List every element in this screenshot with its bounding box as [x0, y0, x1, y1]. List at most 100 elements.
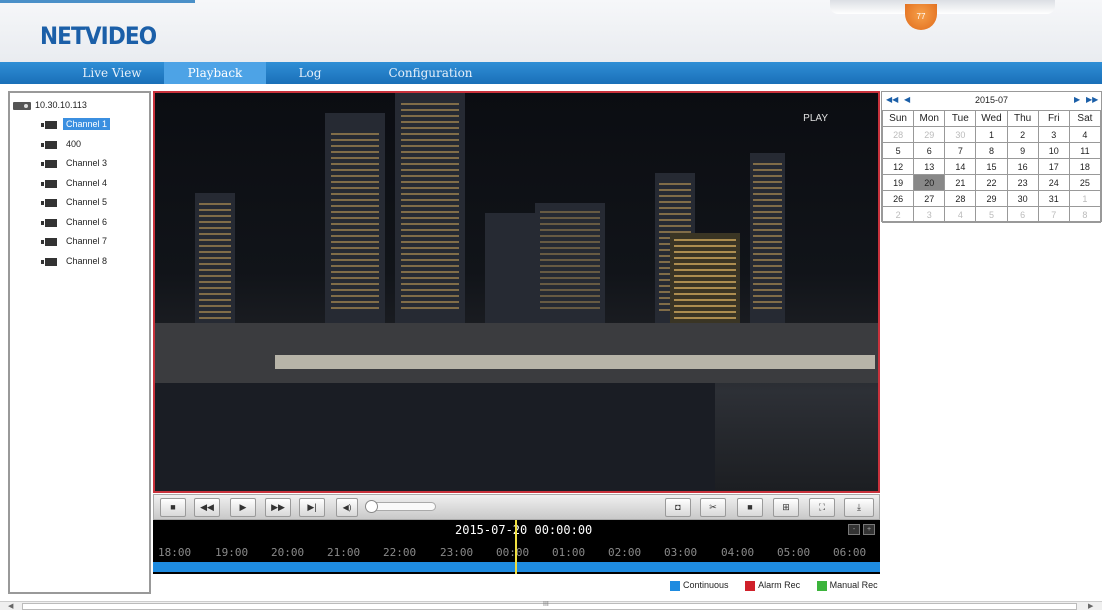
tree-channel-2[interactable]: 400	[41, 136, 84, 152]
tab-log[interactable]: Log	[280, 62, 340, 84]
calendar-day[interactable]: 2	[1006, 126, 1039, 143]
calendar-day[interactable]: 29	[913, 126, 946, 143]
header-top-bar	[830, 0, 1055, 14]
calendar-day[interactable]: 7	[1037, 206, 1070, 223]
calendar-day[interactable]: 30	[1006, 190, 1039, 207]
calendar-day[interactable]: 1	[975, 126, 1008, 143]
calendar-day[interactable]: 9	[1006, 142, 1039, 159]
calendar-day[interactable]: 3	[913, 206, 946, 223]
tree-channel-6[interactable]: Channel 6	[41, 214, 110, 230]
calendar-day[interactable]: 7	[944, 142, 977, 159]
calendar-day[interactable]: 11	[1068, 142, 1102, 159]
calendar-day[interactable]: 6	[913, 142, 946, 159]
download-button[interactable]: ⤓	[844, 498, 874, 517]
timeline-zoom-in-button[interactable]: +	[863, 524, 875, 535]
tree-channel-3[interactable]: Channel 3	[41, 155, 110, 171]
calendar-day-selected[interactable]: 20	[913, 174, 946, 191]
camera-icon	[41, 198, 57, 207]
calendar-day[interactable]: 23	[1006, 174, 1039, 191]
scroll-right-arrow[interactable]: ▶	[1088, 602, 1093, 610]
volume-icon[interactable]: ◀)	[336, 498, 358, 517]
camera-icon	[41, 120, 57, 129]
tree-device-node[interactable]: 10.30.10.113	[13, 97, 87, 113]
horizontal-scrollbar[interactable]: ◀ III ▶	[0, 601, 1102, 610]
tree-channel-4[interactable]: Channel 4	[41, 175, 110, 191]
calendar-day[interactable]: 17	[1037, 158, 1070, 175]
scrollbar-thumb[interactable]: III	[22, 601, 1077, 610]
calendar-day[interactable]: 4	[944, 206, 977, 223]
tab-configuration[interactable]: Configuration	[378, 62, 483, 84]
tree-channel-5[interactable]: Channel 5	[41, 194, 110, 210]
volume-slider-knob[interactable]	[365, 500, 378, 513]
calendar-day[interactable]: 19	[881, 174, 915, 191]
quad-view-button[interactable]: ⊞	[773, 498, 799, 517]
calendar-day[interactable]: 6	[1006, 206, 1039, 223]
video-skyline	[674, 239, 736, 319]
video-skyline	[401, 103, 459, 313]
calendar-day[interactable]: 14	[944, 158, 977, 175]
calendar-day[interactable]: 27	[913, 190, 946, 207]
calendar-day[interactable]: 28	[881, 126, 915, 143]
record-type-legend: Continuous Alarm Rec Manual Rec	[670, 580, 892, 592]
calendar-day[interactable]: 25	[1068, 174, 1102, 191]
prev-month-button[interactable]: ◀	[904, 95, 910, 104]
prev-year-button[interactable]: ◀◀	[886, 95, 898, 104]
calendar-day[interactable]: 13	[913, 158, 946, 175]
channel-label: Channel 6	[66, 217, 108, 227]
next-year-button[interactable]: ▶▶	[1086, 95, 1098, 104]
step-forward-button[interactable]: ▶|	[299, 498, 325, 517]
legend-swatch	[670, 580, 680, 591]
play-button[interactable]: ▶	[230, 498, 256, 517]
channel-label: Channel 1	[63, 118, 111, 130]
calendar-day[interactable]: 1	[1068, 190, 1102, 207]
camera-icon	[41, 257, 57, 266]
next-month-button[interactable]: ▶	[1074, 95, 1080, 104]
calendar-day[interactable]: 15	[975, 158, 1008, 175]
timeline-tick: 19:00	[215, 546, 249, 559]
tree-channel-1[interactable]: Channel 1	[41, 116, 111, 132]
calendar-day[interactable]: 2	[881, 206, 915, 223]
scroll-left-arrow[interactable]: ◀	[8, 602, 13, 610]
playback-video-window[interactable]: PLAY	[153, 91, 880, 493]
fullscreen-button[interactable]: ⛶	[809, 498, 835, 517]
tab-live-view[interactable]: Live View	[62, 62, 162, 84]
fast-forward-button[interactable]: ▶▶	[265, 498, 291, 517]
calendar-day[interactable]: 8	[1068, 206, 1102, 223]
timeline-zoom-out-button[interactable]: -	[848, 524, 860, 535]
calendar-day[interactable]: 18	[1068, 158, 1102, 175]
tree-channel-8[interactable]: Channel 8	[41, 253, 110, 269]
calendar-day[interactable]: 5	[975, 206, 1008, 223]
calendar-day[interactable]: 24	[1037, 174, 1070, 191]
weekday-header: Sat	[1068, 110, 1102, 127]
calendar-day[interactable]: 28	[944, 190, 977, 207]
clip-button[interactable]: ✂	[700, 498, 726, 517]
single-view-button[interactable]: ■	[737, 498, 763, 517]
tab-playback[interactable]: Playback	[164, 62, 266, 84]
calendar-day[interactable]: 30	[944, 126, 977, 143]
calendar-day[interactable]: 3	[1037, 126, 1070, 143]
calendar-day[interactable]: 12	[881, 158, 915, 175]
timeline-cursor[interactable]	[515, 520, 517, 574]
notification-badge[interactable]: 77	[905, 4, 937, 30]
calendar-day[interactable]: 21	[944, 174, 977, 191]
rewind-button[interactable]: ◀◀	[194, 498, 220, 517]
calendar-day[interactable]: 10	[1037, 142, 1070, 159]
tree-channel-7[interactable]: Channel 7	[41, 233, 110, 249]
video-skyline	[540, 211, 600, 311]
snapshot-button[interactable]: ◘	[665, 498, 691, 517]
stop-button[interactable]: ■	[160, 498, 186, 517]
calendar-day[interactable]: 22	[975, 174, 1008, 191]
calendar-day[interactable]: 31	[1037, 190, 1070, 207]
calendar-day[interactable]: 4	[1068, 126, 1102, 143]
camera-icon	[41, 140, 57, 149]
calendar-day[interactable]: 5	[881, 142, 915, 159]
camera-icon	[41, 159, 57, 168]
calendar-day[interactable]: 16	[1006, 158, 1039, 175]
volume-slider[interactable]	[365, 500, 436, 513]
playback-timeline[interactable]: 2015-07-20 00:00:00 - + 18:00 19:00 20:0…	[153, 520, 880, 574]
main-navigation: Live View Playback Log Configuration	[0, 62, 1102, 84]
calendar-day[interactable]: 29	[975, 190, 1008, 207]
calendar-day[interactable]: 26	[881, 190, 915, 207]
calendar-day[interactable]: 8	[975, 142, 1008, 159]
legend-alarm: Alarm Rec	[745, 580, 800, 591]
